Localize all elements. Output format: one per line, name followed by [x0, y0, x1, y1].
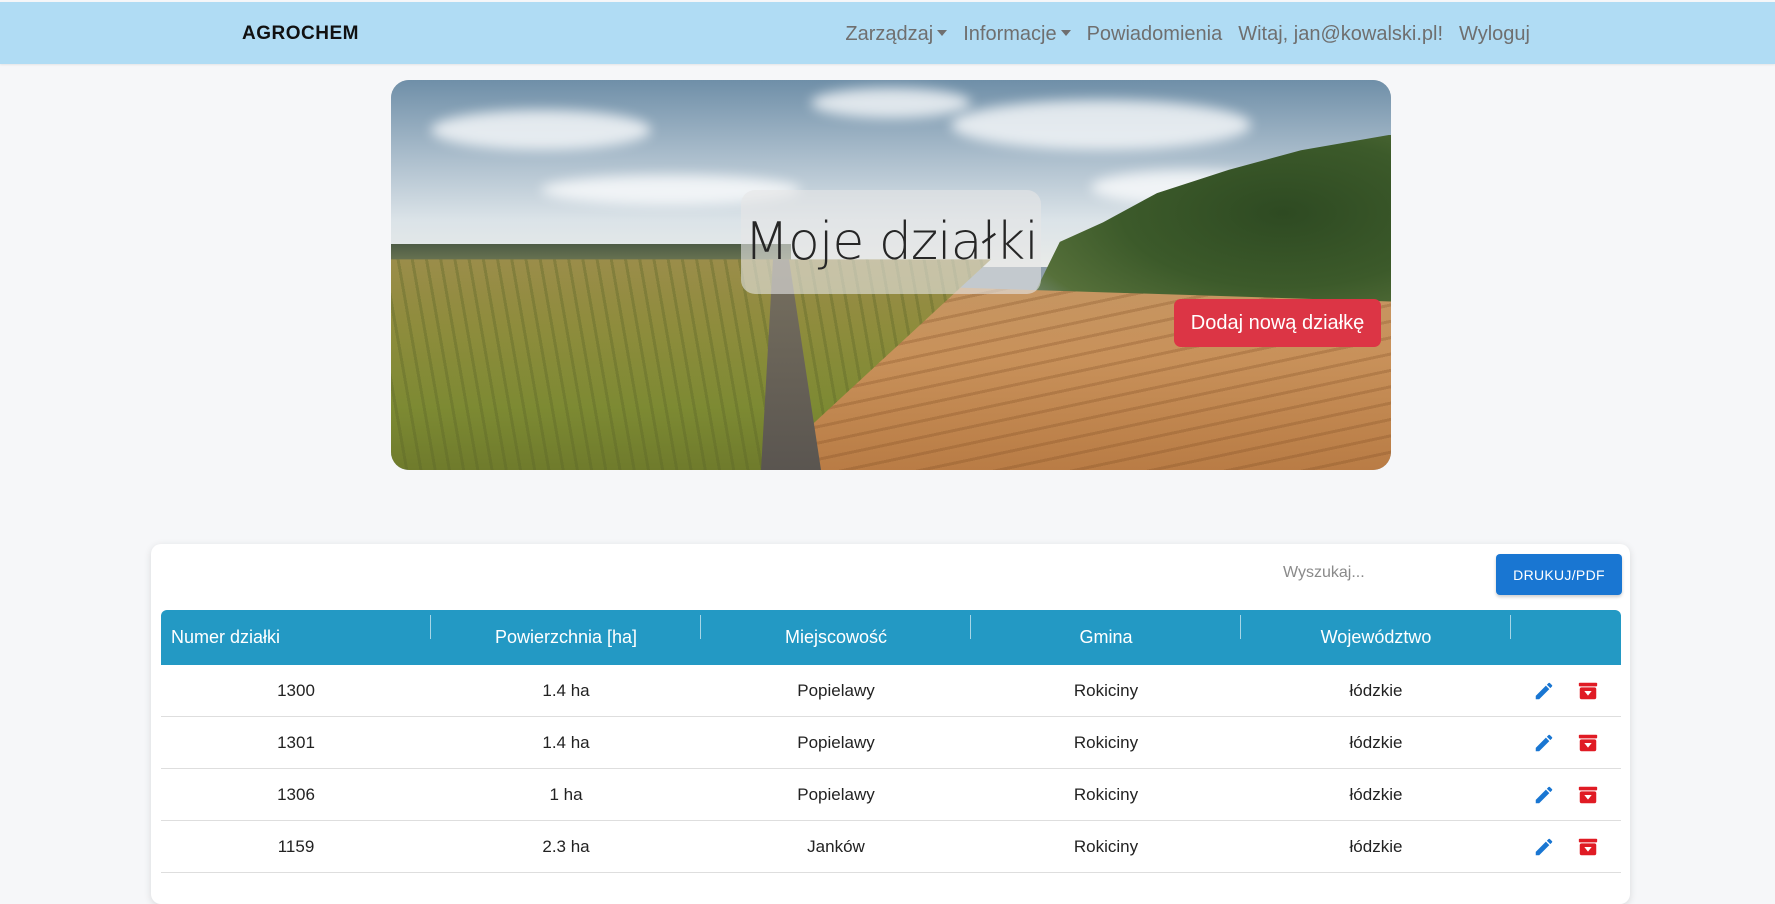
- parcels-card: DRUKUJ/PDF Numer działki Powierzchnia [h…: [151, 544, 1630, 904]
- cell-area: 1 ha: [549, 784, 583, 804]
- search-input[interactable]: [1281, 552, 1485, 594]
- column-header-town[interactable]: Miejscowość: [701, 615, 971, 648]
- column-header-voivodeship[interactable]: Województwo: [1241, 615, 1511, 648]
- cell-voivodeship: łódzkie: [1349, 836, 1403, 856]
- hero-cloud: [951, 100, 1251, 150]
- nav-item-label: Zarządzaj: [845, 22, 934, 45]
- cell-commune: Rokiciny: [1073, 732, 1139, 752]
- top-navbar: AGROCHEM Zarządzaj Informacje Powiadomie…: [0, 2, 1775, 64]
- cell-parcel-number: 1301: [277, 732, 315, 752]
- delete-icon[interactable]: [1577, 836, 1599, 858]
- cell-parcel-number: 1159: [277, 836, 315, 856]
- caret-down-icon: [937, 29, 948, 36]
- hero-cloud: [431, 110, 651, 150]
- cell-area: 1.4 ha: [542, 732, 590, 752]
- cell-voivodeship: łódzkie: [1349, 680, 1403, 700]
- cell-commune: Rokiciny: [1073, 784, 1139, 804]
- nav-item-label: Witaj, jan@kowalski.pl!: [1238, 22, 1444, 45]
- cell-town: Janków: [807, 836, 865, 856]
- hero-cloud: [811, 88, 971, 118]
- caret-down-icon: [1060, 29, 1071, 36]
- add-parcel-button[interactable]: Dodaj nową działkę: [1174, 299, 1381, 347]
- cell-voivodeship: łódzkie: [1349, 732, 1403, 752]
- print-pdf-button[interactable]: DRUKUJ/PDF: [1496, 554, 1622, 595]
- row-actions: [1511, 680, 1621, 702]
- cell-town: Popielawy: [797, 680, 875, 700]
- pencil-icon[interactable]: [1533, 836, 1555, 858]
- cell-parcel-number: 1300: [277, 680, 315, 700]
- delete-icon[interactable]: [1577, 784, 1599, 806]
- cell-area: 2.3 ha: [542, 836, 590, 856]
- nav-item-label: Informacje: [963, 22, 1057, 45]
- cell-commune: Rokiciny: [1073, 680, 1139, 700]
- delete-icon[interactable]: [1577, 732, 1599, 754]
- parcels-table: Numer działki Powierzchnia [ha] Miejscow…: [161, 610, 1621, 873]
- cell-parcel-number: 1306: [277, 784, 315, 804]
- cell-town: Popielawy: [797, 732, 875, 752]
- cell-voivodeship: łódzkie: [1349, 784, 1403, 804]
- cell-area: 1.4 ha: [542, 680, 590, 700]
- pencil-icon[interactable]: [1533, 784, 1555, 806]
- table-row: 1301 1.4 ha Popielawy Rokiciny łódzkie: [161, 717, 1621, 769]
- brand-logo[interactable]: AGROCHEM: [242, 2, 359, 66]
- nav-item-zarzadzaj[interactable]: Zarządzaj: [845, 22, 948, 46]
- hero-banner: Moje działki Dodaj nową działkę: [391, 80, 1391, 470]
- nav-item-powiadomienia[interactable]: Powiadomienia: [1087, 23, 1223, 46]
- column-header-commune[interactable]: Gmina: [971, 615, 1241, 648]
- page-title: Moje działki: [741, 190, 1041, 294]
- table-row: 1159 2.3 ha Janków Rokiciny łódzkie: [161, 821, 1621, 873]
- table-row: 1306 1 ha Popielawy Rokiciny łódzkie: [161, 769, 1621, 821]
- pencil-icon[interactable]: [1533, 732, 1555, 754]
- table-row: 1300 1.4 ha Popielawy Rokiciny łódzkie: [161, 665, 1621, 717]
- pencil-icon[interactable]: [1533, 680, 1555, 702]
- row-actions: [1511, 732, 1621, 754]
- cell-town: Popielawy: [797, 784, 875, 804]
- column-header-parcel-number[interactable]: Numer działki: [161, 615, 431, 648]
- nav-item-user-greeting[interactable]: Witaj, jan@kowalski.pl!: [1238, 23, 1443, 46]
- nav-item-label: Powiadomienia: [1086, 22, 1223, 45]
- row-actions: [1511, 836, 1621, 858]
- nav-item-label: Wyloguj: [1459, 22, 1530, 45]
- cell-commune: Rokiciny: [1073, 836, 1139, 856]
- row-actions: [1511, 784, 1621, 806]
- column-header-area[interactable]: Powierzchnia [ha]: [431, 615, 701, 648]
- table-header: Numer działki Powierzchnia [ha] Miejscow…: [161, 610, 1621, 665]
- delete-icon[interactable]: [1577, 680, 1599, 702]
- nav-menu: Zarządzaj Informacje Powiadomienia Witaj…: [845, 2, 1530, 66]
- nav-item-logout[interactable]: Wyloguj: [1459, 23, 1530, 46]
- nav-item-informacje[interactable]: Informacje: [963, 22, 1071, 46]
